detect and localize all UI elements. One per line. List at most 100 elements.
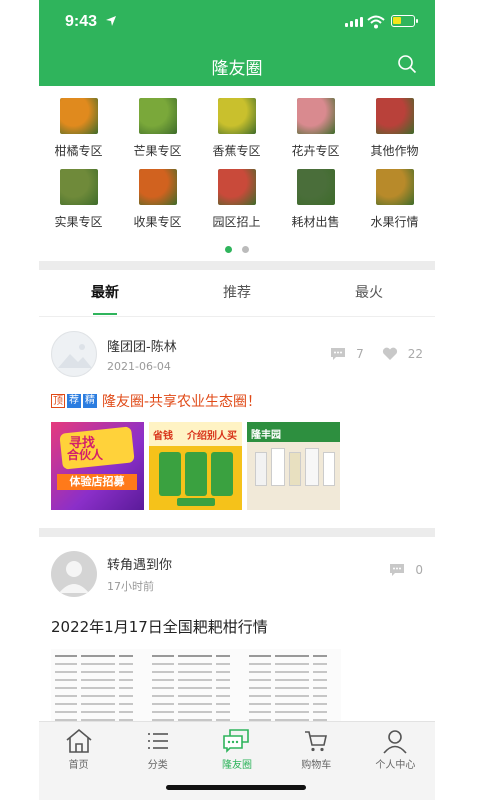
- nav-profile[interactable]: 个人中心: [356, 722, 435, 800]
- category-thumbnail: [296, 98, 335, 134]
- post-card[interactable]: 隆团团-陈林 2021-06-04 7 22 顶 荐 精 隆友圈-共享农业生态圈…: [39, 317, 435, 510]
- avatar[interactable]: [51, 331, 97, 377]
- home-indicator: [166, 785, 306, 790]
- category-thumbnail: [59, 98, 98, 134]
- post-username[interactable]: 转角遇到你: [107, 554, 172, 573]
- image-caption: 隆丰园: [251, 430, 281, 441]
- comment-count[interactable]: 7: [330, 347, 364, 361]
- category-label: 实果专区: [54, 215, 103, 229]
- category-item[interactable]: 实果专区: [39, 169, 118, 230]
- category-item[interactable]: 花卉专区: [276, 98, 355, 159]
- post-stats: 0: [389, 563, 423, 577]
- nav-label: 隆友圈: [222, 760, 252, 771]
- comment-icon: [390, 564, 405, 576]
- image-caption: 合伙人: [67, 448, 104, 462]
- category-label: 耗材出售: [291, 215, 340, 229]
- comment-count-value: 0: [415, 563, 423, 577]
- person-icon: [383, 730, 408, 754]
- post-header: 转角遇到你 17小时前: [51, 549, 423, 599]
- post-separator: [39, 528, 435, 537]
- feed-tabs: 最新 推荐 最火: [39, 270, 435, 317]
- nav-home[interactable]: 首页: [39, 722, 118, 800]
- cellular-signal-icon: [345, 17, 363, 27]
- left-margin: [0, 0, 39, 800]
- category-thumbnail: [217, 169, 256, 205]
- category-item[interactable]: 园区招上: [197, 169, 276, 230]
- comment-count[interactable]: 0: [389, 563, 423, 577]
- status-bar: 9:43: [39, 0, 435, 44]
- badge-recommended: 荐: [67, 394, 81, 408]
- post-date: 17小时前: [107, 580, 154, 593]
- category-label: 其他作物: [370, 144, 419, 158]
- post-images: 寻找 合伙人 体验店招募 省钱 介绍别人买 隆丰园: [51, 422, 423, 510]
- category-label: 收果专区: [133, 215, 182, 229]
- top-bar: 9:43 隆友圈: [39, 0, 435, 86]
- page-title: 隆友圈: [211, 59, 263, 79]
- chat-bubbles-icon: [223, 729, 249, 753]
- category-thumbnail: [296, 169, 335, 205]
- search-icon[interactable]: [397, 54, 417, 74]
- category-thumbnail: [138, 169, 177, 205]
- category-thumbnail: [375, 98, 414, 134]
- category-thumbnail: [375, 169, 414, 205]
- category-label: 花卉专区: [291, 144, 340, 158]
- image-caption: 体验店招募: [57, 474, 137, 490]
- tab-latest[interactable]: 最新: [39, 270, 171, 317]
- home-icon: [66, 728, 92, 753]
- cart-icon: [305, 731, 328, 752]
- nav-label: 个人中心: [375, 760, 416, 771]
- post-image[interactable]: 隆丰园: [247, 422, 340, 510]
- category-item[interactable]: 水果行情: [355, 169, 434, 230]
- post-image[interactable]: 寻找 合伙人 体验店招募: [51, 422, 144, 510]
- post-stats: 7 22: [330, 347, 423, 361]
- status-time: 9:43: [65, 13, 98, 30]
- avatar[interactable]: [51, 551, 97, 597]
- category-thumbnail: [138, 98, 177, 134]
- post-username[interactable]: 隆团团-陈林: [107, 336, 177, 355]
- category-label: 芒果专区: [133, 144, 182, 158]
- category-item[interactable]: 其他作物: [355, 98, 434, 159]
- category-item[interactable]: 香蕉专区: [197, 98, 276, 159]
- comment-icon: [331, 348, 346, 360]
- list-icon: [147, 733, 168, 749]
- wifi-icon: [367, 15, 385, 29]
- post-title[interactable]: 顶 荐 精 隆友圈-共享农业生态圈！: [51, 391, 423, 411]
- tab-hottest[interactable]: 最火: [303, 270, 435, 317]
- mountain-placeholder-icon: [58, 344, 92, 368]
- location-arrow-icon: [106, 16, 116, 26]
- category-thumbnail: [217, 98, 256, 134]
- battery-icon: [391, 15, 418, 27]
- category-label: 水果行情: [370, 215, 419, 229]
- image-caption: 介绍别人买: [187, 431, 237, 442]
- category-thumbnail: [59, 169, 98, 205]
- carousel-dots: [39, 246, 435, 253]
- comment-count-value: 7: [356, 347, 364, 361]
- post-image[interactable]: 省钱 介绍别人买: [149, 422, 242, 510]
- category-label: 园区招上: [212, 215, 261, 229]
- heart-icon: [382, 347, 397, 360]
- category-item[interactable]: 柑橘专区: [39, 98, 118, 159]
- right-margin: [441, 0, 480, 800]
- post-date: 2021-06-04: [107, 359, 171, 373]
- category-item[interactable]: 收果专区: [118, 169, 197, 230]
- carousel-dot[interactable]: [225, 246, 232, 253]
- tab-recommended[interactable]: 推荐: [171, 270, 303, 317]
- post-card[interactable]: 转角遇到你 17小时前 0 2022年1月17日全国耙耙柑行情: [39, 537, 435, 739]
- badge-featured: 精: [83, 394, 97, 408]
- carousel-dot[interactable]: [242, 246, 249, 253]
- post-title[interactable]: 2022年1月17日全国耙耙柑行情: [51, 616, 423, 637]
- category-label: 香蕉专区: [212, 144, 261, 158]
- like-count[interactable]: 22: [382, 347, 423, 361]
- image-caption: 省钱: [153, 431, 173, 442]
- badge-top: 顶: [51, 394, 65, 408]
- category-section: 柑橘专区 芒果专区 香蕉专区 花卉专区 其他作物实果专区 收果专区 园区招上 耗材出售 水果行情: [39, 86, 435, 261]
- category-label: 柑橘专区: [54, 144, 103, 158]
- nav-label: 购物车: [301, 760, 332, 771]
- post-title-text: 隆友圈-共享农业生态圈！: [102, 394, 262, 410]
- person-placeholder-icon: [59, 561, 89, 593]
- category-grid: 柑橘专区 芒果专区 香蕉专区 花卉专区 其他作物实果专区 收果专区 园区招上 耗材出售 水果行情: [39, 98, 435, 230]
- category-item[interactable]: 芒果专区: [118, 98, 197, 159]
- category-item[interactable]: 耗材出售: [276, 169, 355, 230]
- nav-label: 首页: [68, 760, 89, 771]
- like-count-value: 22: [407, 347, 423, 361]
